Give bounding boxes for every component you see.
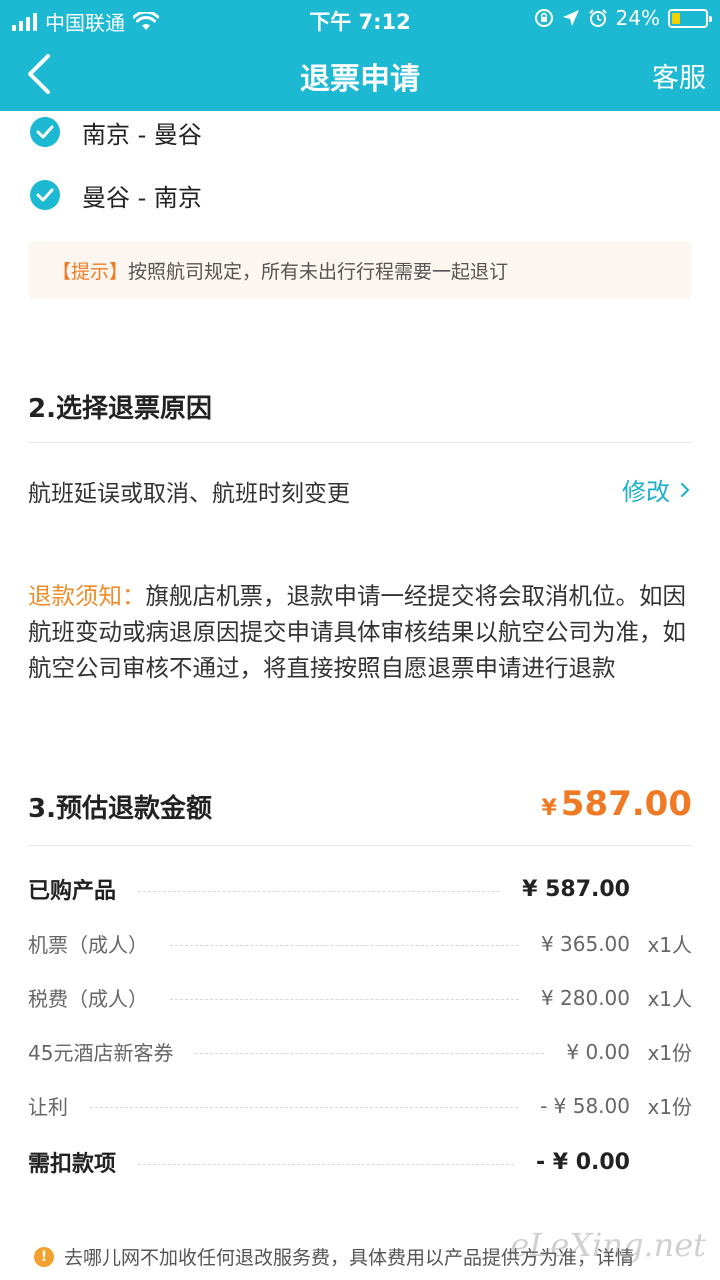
warning-icon: !	[34, 1246, 54, 1267]
watermark: eLeXing.net	[510, 1226, 706, 1264]
fee-row-deduction: 需扣款项 - ¥ 0.00	[28, 1146, 692, 1178]
fee-row-hotel-coupon: 45元酒店新客券 ¥ 0.00 x1份	[28, 1037, 692, 1066]
fee-label: 让利	[28, 1095, 68, 1119]
status-bar: 中国联通 下午 7:12 24%	[0, 0, 720, 36]
refund-reason: 航班延误或取消、航班时刻变更	[28, 481, 350, 507]
dotted-leader	[90, 1107, 519, 1108]
notice-label: 退款须知：	[28, 582, 146, 610]
fee-qty: x1人	[647, 933, 692, 957]
rotation-lock-icon	[534, 9, 553, 27]
section-title-amount: 3.预估退款金额	[28, 794, 212, 824]
nav-bar: 退票申请 客服	[0, 36, 720, 111]
refund-notice: 退款须知：旗舰店机票，退款申请一经提交将会取消机位。如因航班变动或病退原因提交申…	[28, 578, 692, 686]
estimated-refund-total: ¥587.00	[541, 784, 692, 824]
fee-amount: ¥ 365.00	[540, 931, 630, 956]
divider	[28, 442, 692, 443]
fee-amount: ¥ 587.00	[522, 876, 630, 902]
fee-label: 已购产品	[28, 879, 117, 904]
divider	[28, 845, 692, 846]
fee-row-tax: 税费（成人） ¥ 280.00 x1人	[28, 983, 692, 1012]
status-right: 24%	[534, 6, 712, 30]
fee-row-ticket: 机票（成人） ¥ 365.00 x1人	[28, 929, 692, 958]
section-title-reason: 2.选择退票原因	[28, 394, 212, 424]
check-circle-icon	[30, 117, 60, 147]
tip-text: 按照航司规定，所有未出行行程需要一起退订	[128, 260, 509, 283]
route-label: 曼谷 - 南京	[82, 183, 202, 212]
fee-amount: ¥ 280.00	[540, 985, 630, 1010]
fee-amount: - ¥ 58.00	[540, 1093, 630, 1118]
route-item[interactable]: 曼谷 - 南京	[30, 175, 202, 215]
chevron-right-icon	[681, 482, 690, 497]
tip-label: 【提示】	[52, 260, 129, 283]
fee-amount: - ¥ 0.00	[535, 1149, 630, 1175]
fee-label: 税费（成人）	[28, 987, 148, 1011]
check-circle-icon	[30, 180, 60, 210]
tip-box: 【提示】 按照航司规定，所有未出行行程需要一起退订	[28, 241, 692, 299]
fee-row-purchased: 已购产品 ¥ 587.00	[28, 873, 692, 905]
route-label: 南京 - 曼谷	[82, 120, 202, 149]
battery-fill	[672, 12, 680, 24]
fee-qty: x1份	[647, 1095, 692, 1119]
total-value: 587.00	[560, 784, 692, 824]
dotted-leader	[195, 1053, 545, 1054]
dotted-leader	[138, 1163, 514, 1165]
battery-icon	[668, 8, 712, 28]
currency-symbol: ¥	[541, 796, 557, 821]
route-item[interactable]: 南京 - 曼谷	[30, 112, 202, 152]
fee-label: 45元酒店新客券	[28, 1041, 174, 1065]
fee-amount: ¥ 0.00	[566, 1039, 630, 1064]
battery-percent: 24%	[615, 6, 660, 30]
customer-service-button[interactable]: 客服	[652, 56, 706, 95]
dotted-leader	[138, 890, 501, 892]
fee-qty: x1人	[647, 987, 692, 1011]
fee-label: 需扣款项	[28, 1152, 117, 1177]
fee-label: 机票（成人）	[28, 933, 148, 957]
dotted-leader	[170, 945, 519, 946]
modify-label: 修改	[622, 478, 670, 506]
fee-row-discount: 让利 - ¥ 58.00 x1份	[28, 1091, 692, 1120]
fee-qty: x1份	[647, 1041, 692, 1065]
dotted-leader	[170, 999, 519, 1000]
modify-reason-button[interactable]: 修改	[622, 472, 690, 507]
alarm-icon	[588, 9, 607, 27]
page-title: 退票申请	[300, 62, 420, 97]
location-icon	[562, 10, 579, 26]
